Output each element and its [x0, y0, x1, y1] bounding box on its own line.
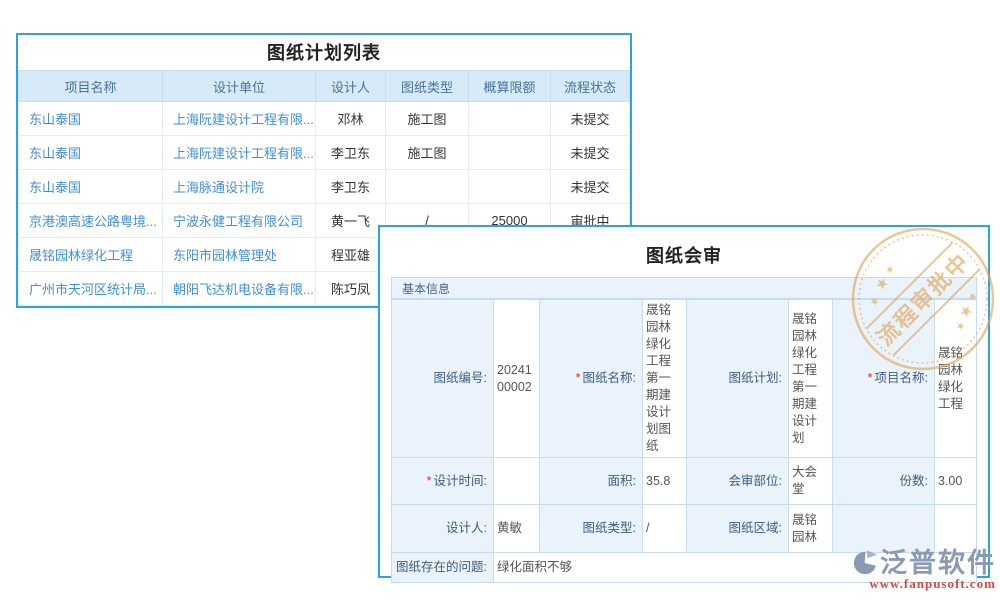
col-header-flow-status: 流程状态 — [551, 71, 630, 102]
status-badge[interactable]: 未提交 — [551, 102, 630, 136]
fanpu-logo-text: 泛普软件 — [880, 549, 996, 577]
plan-list-title: 图纸计划列表 — [18, 35, 630, 70]
col-header-project: 项目名称 — [19, 71, 163, 102]
fanpu-logo: 泛普软件 www.fanpusoft.com — [850, 549, 996, 590]
drawing-type-cell: 施工图 — [386, 136, 469, 170]
drawing-name-label: *图纸名称: — [540, 300, 643, 458]
project-name-label: *项目名称: — [833, 300, 935, 458]
design-time-field[interactable] — [494, 458, 540, 505]
area-field[interactable]: 35.8 — [643, 458, 687, 505]
drawing-type-cell — [386, 170, 469, 204]
project-link[interactable]: 广州市天河区统计局... — [19, 272, 163, 306]
drawing-type-cell: 施工图 — [386, 102, 469, 136]
drawing-plan-field[interactable]: 晟铭园林绿化工程第一期建设计划 — [789, 300, 833, 458]
project-link[interactable]: 京港澳高速公路粤境... — [19, 204, 163, 238]
required-asterisk: * — [427, 474, 432, 488]
design-unit-link[interactable]: 朝阳飞达机电设备有限... — [163, 272, 316, 306]
designer-cell: 陈巧凤 — [316, 272, 386, 306]
fanpu-logo-url: www.fanpusoft.com — [850, 577, 996, 590]
budget-cell — [469, 102, 551, 136]
form-row: 设计人: 黄敏 图纸类型: / 图纸区域: 晟铭园林 — [392, 505, 977, 553]
project-name-field[interactable]: 晟铭园林绿化工程 — [935, 300, 977, 458]
drawing-type-label: 图纸类型: — [540, 505, 643, 553]
col-header-designer: 设计人 — [316, 71, 386, 102]
status-badge[interactable]: 未提交 — [551, 170, 630, 204]
design-unit-link[interactable]: 宁波永健工程有限公司 — [163, 204, 316, 238]
drawing-no-field[interactable]: 2024100002 — [494, 300, 540, 458]
project-link[interactable]: 东山泰国 — [19, 136, 163, 170]
col-header-budget-limit: 概算限额 — [469, 71, 551, 102]
col-header-design-unit: 设计单位 — [163, 71, 316, 102]
budget-cell — [469, 136, 551, 170]
table-row: 东山泰国 上海阮建设计工程有限... 李卫东 施工图 未提交 — [19, 136, 630, 170]
table-row: 东山泰国 上海脉通设计院 李卫东 未提交 — [19, 170, 630, 204]
designer-cell: 李卫东 — [316, 136, 386, 170]
fanpu-logo-icon — [850, 549, 878, 577]
copies-field[interactable]: 3.00 — [935, 458, 977, 505]
designer-label: 设计人: — [392, 505, 494, 553]
drawing-no-label: 图纸编号: — [392, 300, 494, 458]
designer-cell: 黄一飞 — [316, 204, 386, 238]
budget-cell — [469, 170, 551, 204]
design-time-label: *设计时间: — [392, 458, 494, 505]
design-unit-link[interactable]: 上海脉通设计院 — [163, 170, 316, 204]
review-location-field[interactable]: 大会堂 — [789, 458, 833, 505]
form-row: *设计时间: 面积: 35.8 会审部位: 大会堂 份数: 3.00 — [392, 458, 977, 505]
problem-label: 图纸存在的问题: — [392, 553, 494, 583]
empty-label — [833, 505, 935, 553]
drawing-area-field[interactable]: 晟铭园林 — [789, 505, 833, 553]
design-unit-link[interactable]: 上海阮建设计工程有限... — [163, 136, 316, 170]
drawing-area-label: 图纸区域: — [687, 505, 789, 553]
plan-header-row: 项目名称 设计单位 设计人 图纸类型 概算限额 流程状态 — [19, 71, 630, 102]
project-link[interactable]: 晟铭园林绿化工程 — [19, 238, 163, 272]
basic-info-section-header: 基本信息 — [391, 277, 977, 299]
review-title: 图纸会审 — [380, 227, 988, 277]
review-location-label: 会审部位: — [687, 458, 789, 505]
table-row: 东山泰国 上海阮建设计工程有限... 邓林 施工图 未提交 — [19, 102, 630, 136]
drawing-name-field[interactable]: 晟铭园林绿化工程第一期建设计划图纸 — [643, 300, 687, 458]
designer-cell: 程亚雄 — [316, 238, 386, 272]
form-row: 图纸编号: 2024100002 *图纸名称: 晟铭园林绿化工程第一期建设计划图… — [392, 300, 977, 458]
project-link[interactable]: 东山泰国 — [19, 170, 163, 204]
designer-cell: 李卫东 — [316, 170, 386, 204]
drawing-plan-label: 图纸计划: — [687, 300, 789, 458]
status-badge[interactable]: 未提交 — [551, 136, 630, 170]
designer-field[interactable]: 黄敏 — [494, 505, 540, 553]
design-unit-link[interactable]: 上海阮建设计工程有限... — [163, 102, 316, 136]
required-asterisk: * — [868, 371, 873, 385]
required-asterisk: * — [576, 371, 581, 385]
drawing-type-field[interactable]: / — [643, 505, 687, 553]
col-header-drawing-type: 图纸类型 — [386, 71, 469, 102]
copies-label: 份数: — [833, 458, 935, 505]
review-form-table: 图纸编号: 2024100002 *图纸名称: 晟铭园林绿化工程第一期建设计划图… — [391, 299, 977, 583]
page: 图纸计划列表 项目名称 设计单位 设计人 图纸类型 概算限额 流程状态 东山泰国 — [0, 0, 1000, 600]
empty-field[interactable] — [935, 505, 977, 553]
area-label: 面积: — [540, 458, 643, 505]
project-link[interactable]: 东山泰国 — [19, 102, 163, 136]
design-unit-link[interactable]: 东阳市园林管理处 — [163, 238, 316, 272]
drawing-review-panel: 图纸会审 基本信息 图纸编号: 2024100002 *图纸名称: 晟铭园林绿化… — [378, 225, 990, 578]
designer-cell: 邓林 — [316, 102, 386, 136]
